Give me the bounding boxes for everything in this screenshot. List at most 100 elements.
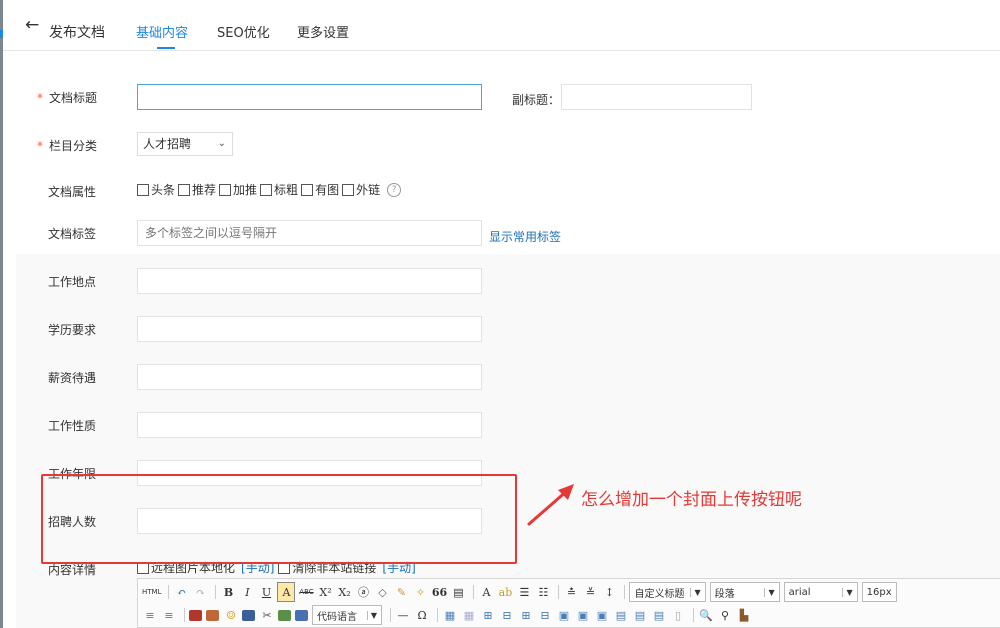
attr-label: 文档属性	[48, 185, 97, 199]
page-title: 发布文档	[49, 25, 105, 41]
split-rows-icon[interactable]: ▤	[632, 606, 648, 624]
merge-right-icon[interactable]: ▣	[575, 606, 591, 624]
job-nature-input[interactable]	[137, 412, 482, 438]
checkbox-external-link[interactable]: 外链	[342, 181, 380, 198]
attr-checkboxes: 头条 推荐 加推 标粗 有图 外链 ?	[137, 181, 402, 198]
image-icon[interactable]	[189, 609, 202, 621]
video-icon[interactable]	[242, 609, 255, 621]
checkbox-has-image[interactable]: 有图	[301, 181, 339, 198]
back-arrow-icon[interactable]: ←	[25, 17, 39, 34]
show-common-tags-link[interactable]: 显示常用标签	[489, 228, 561, 245]
tab-more-settings[interactable]: 更多设置	[297, 22, 349, 41]
print-icon[interactable]: ▯	[670, 606, 686, 624]
font-size-select[interactable]: 16px	[861, 582, 897, 602]
forecolor-button[interactable]: A	[478, 583, 494, 601]
salary-label: 薪资待遇	[48, 371, 97, 385]
editor-toolbar: HTML ↶ ↷ B I U A ABC X² X₂ ⓐ ◇ ✎ ✧ 66 ▤ …	[137, 578, 1000, 628]
clear-links-manual-link[interactable]: [手动]	[382, 559, 415, 576]
salary-input[interactable]	[137, 364, 482, 390]
emotion-icon[interactable]: ☺	[223, 606, 239, 624]
education-label: 学历要求	[48, 323, 97, 337]
font-family-select[interactable]: arial ▼	[783, 582, 858, 602]
multi-image-icon[interactable]	[206, 609, 219, 621]
insert-row-icon[interactable]: ⊞	[480, 606, 496, 624]
left-edge-strip	[0, 0, 3, 628]
paste-plain-icon[interactable]: ▤	[450, 583, 466, 601]
auto-format-icon[interactable]: ⓐ	[355, 583, 371, 601]
code-language-select[interactable]: 代码语言 ▼	[312, 605, 382, 625]
italic-button[interactable]: I	[239, 583, 255, 601]
unordered-list-icon[interactable]: ☷	[535, 583, 551, 601]
horizontal-rule-button[interactable]: —	[395, 606, 411, 624]
category-select[interactable]: 人才招聘 ⌄	[137, 132, 233, 156]
html-source-button[interactable]: HTML	[142, 583, 161, 601]
strikethrough-button[interactable]: ABC	[298, 583, 314, 601]
checkbox-recommend[interactable]: 推荐	[178, 181, 216, 198]
map-icon[interactable]	[278, 609, 291, 621]
checkbox-bold[interactable]: 标粗	[260, 181, 298, 198]
annotation-text: 怎么增加一个封面上传按钮呢	[581, 490, 802, 510]
search-replace-icon[interactable]: ⚲	[717, 606, 733, 624]
remote-image-manual-link[interactable]: [手动]	[241, 559, 274, 576]
checkbox-push[interactable]: 加推	[219, 181, 257, 198]
line-height-icon[interactable]: ↕	[601, 583, 617, 601]
page-header: ← 发布文档 基础内容 SEO优化 更多设置	[3, 0, 1000, 51]
work-location-input[interactable]	[137, 268, 482, 294]
subtitle-label: 副标题：	[512, 93, 561, 107]
checkbox-headline[interactable]: 头条	[137, 181, 175, 198]
recruit-count-label: 招聘人数	[48, 515, 97, 529]
work-years-label: 工作年限	[48, 467, 97, 481]
undo-icon[interactable]: ↶	[173, 583, 189, 601]
content-options: 远程图片本地化 [手动] 清除非本站链接 [手动]	[137, 559, 420, 576]
special-chars-button[interactable]: Ω	[414, 606, 430, 624]
checkbox-clear-links[interactable]: 清除非本站链接	[278, 559, 376, 576]
attachment-icon[interactable]: ✂	[259, 606, 275, 624]
job-nature-label: 工作性质	[48, 419, 97, 433]
tags-input[interactable]	[137, 220, 482, 246]
doc-title-input[interactable]	[137, 84, 482, 110]
delete-col-icon[interactable]: ⊟	[537, 606, 553, 624]
chevron-down-icon: ⌄	[217, 138, 226, 149]
paragraph-select[interactable]: 段落 ▼	[709, 582, 780, 602]
magic-icon[interactable]: ✧	[412, 583, 428, 601]
recruit-count-input[interactable]	[137, 508, 482, 534]
content-label: 内容详情	[48, 563, 97, 577]
work-years-input[interactable]	[137, 460, 482, 486]
insert-col-icon[interactable]: ⊞	[518, 606, 534, 624]
row-spacing-bottom-icon[interactable]: ≚	[582, 583, 598, 601]
checkbox-remote-image[interactable]: 远程图片本地化	[137, 559, 235, 576]
insert-table-icon[interactable]: ▦	[442, 606, 458, 624]
tab-seo[interactable]: SEO优化	[217, 22, 270, 41]
format-brush-icon[interactable]: ✎	[393, 583, 409, 601]
delete-row-icon[interactable]: ⊟	[499, 606, 515, 624]
drafts-icon[interactable]: ▙	[736, 606, 752, 624]
split-cells-icon[interactable]: ▤	[613, 606, 629, 624]
work-location-label: 工作地点	[48, 275, 97, 289]
blockquote-button[interactable]: 66	[431, 583, 447, 601]
subscript-button[interactable]: X₂	[336, 583, 352, 601]
redo-icon[interactable]: ↷	[192, 583, 208, 601]
category-label: * 栏目分类	[37, 139, 98, 153]
bold-button[interactable]: B	[220, 583, 236, 601]
education-input[interactable]	[137, 316, 482, 342]
custom-title-select[interactable]: 自定义标题 ▼	[629, 582, 706, 602]
row-spacing-top-icon[interactable]: ≛	[563, 583, 579, 601]
tab-basic-content[interactable]: 基础内容	[136, 22, 188, 41]
doc-title-label: * 文档标题	[37, 91, 98, 105]
ordered-list-icon[interactable]: ☰	[516, 583, 532, 601]
justify-icon[interactable]: ≡	[161, 606, 177, 624]
indent-icon[interactable]: ≡	[142, 606, 158, 624]
subtitle-input[interactable]	[561, 84, 752, 110]
merge-down-icon[interactable]: ▣	[594, 606, 610, 624]
preview-icon[interactable]: 🔍	[698, 606, 714, 624]
help-icon[interactable]: ?	[387, 182, 402, 197]
font-border-button[interactable]: A	[277, 582, 296, 602]
delete-table-icon[interactable]: ▦	[461, 606, 477, 624]
template-icon[interactable]	[295, 609, 308, 621]
merge-cells-icon[interactable]: ▣	[556, 606, 572, 624]
eraser-icon[interactable]: ◇	[374, 583, 390, 601]
superscript-button[interactable]: X²	[317, 583, 333, 601]
split-cols-icon[interactable]: ▤	[651, 606, 667, 624]
backcolor-icon[interactable]: ab	[497, 583, 513, 601]
underline-button[interactable]: U	[258, 583, 274, 601]
